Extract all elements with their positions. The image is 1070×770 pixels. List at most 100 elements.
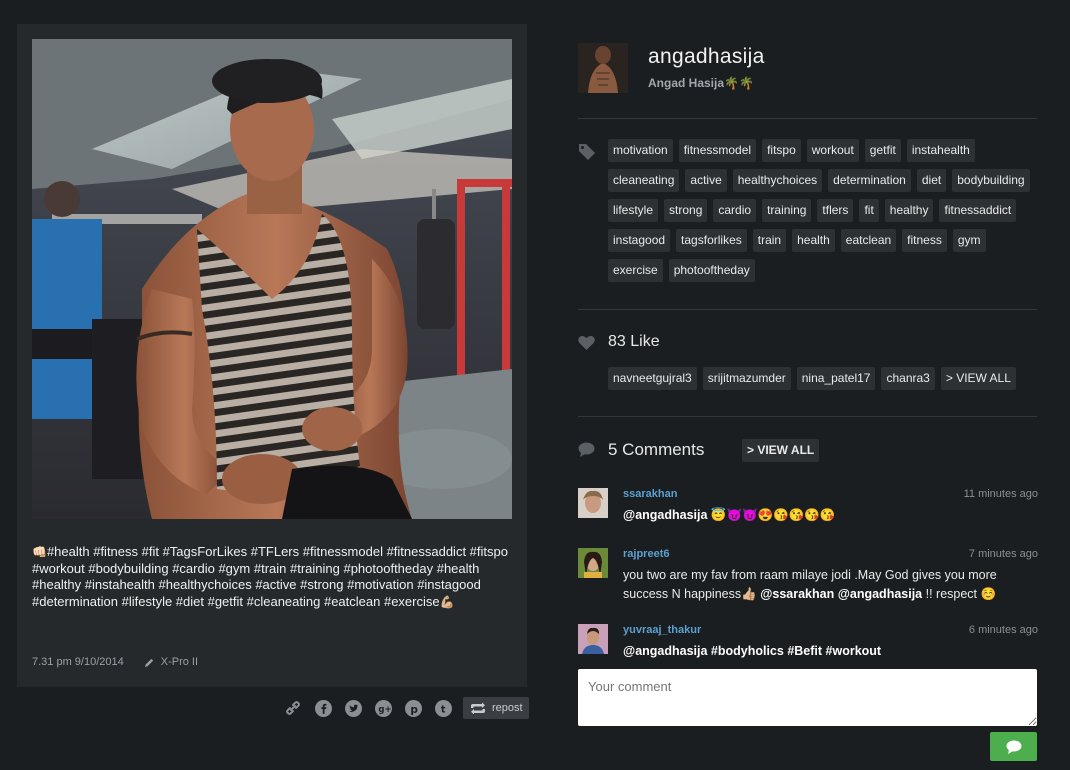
mention[interactable]: @angadhasija [623,508,707,522]
tag-chip[interactable]: lifestyle [608,199,659,222]
tag-chip[interactable]: photooftheday [668,259,755,282]
fist-emoji: 👊🏻 [32,545,47,559]
muscle-emoji: 💪🏼 [439,594,455,609]
tag-chip[interactable]: bodybuilding [952,169,1030,192]
likers-list: navneetgujral3 srijitmazumder nina_patel17… [608,367,1016,390]
divider [578,309,1037,310]
tag-chip[interactable]: strong [664,199,708,222]
comment-emoji: 😇😈😈😍😘😘😘😘 [710,508,836,522]
mention[interactable]: @ssarakhan @angadhasija [760,587,922,601]
comment-username[interactable]: yuvraaj_thakur [623,624,701,636]
avatar[interactable] [578,488,608,518]
tag-chip[interactable]: motivation [608,139,673,162]
tag-chip[interactable]: cardio [713,199,757,222]
repost-label: repost [492,702,523,714]
tag-chip[interactable]: train [752,229,787,252]
tag-list: motivation fitnessmodel fitspo workout getfi… [608,139,1038,282]
palm-emoji: 🌴🌴 [724,76,754,90]
post-photo[interactable] [32,39,512,519]
tag-chip[interactable]: eatclean [840,229,897,252]
google-plus-icon[interactable]: g+ [373,698,393,718]
tumblr-icon[interactable]: t [433,698,453,718]
tag-chip[interactable]: tagsforlikes [676,229,747,252]
tag-chip[interactable]: training [762,199,812,222]
liker-chip[interactable]: navneetgujral3 [608,367,697,390]
comment-time: 7 minutes ago [968,548,1038,560]
gym-photo-illustration [32,39,512,519]
comment-text: @angadhasija 😇😈😈😍😘😘😘😘 [623,506,1038,525]
tag-chip[interactable]: active [685,169,727,192]
tag-chip[interactable]: tflers [817,199,854,222]
comment-username[interactable]: ssarakhan [623,488,677,500]
svg-text:g+: g+ [378,705,391,715]
comments-count: 5 Comments [608,440,705,459]
comment-emoji: 👍🏼 [741,587,757,601]
comment-bubble-icon [578,442,595,457]
view-all-likes-button[interactable]: > VIEW ALL [940,367,1016,390]
tag-chip[interactable]: fit [859,199,879,222]
tag-chip[interactable]: workout [806,139,859,162]
svg-text:p: p [410,702,418,715]
svg-text:t: t [440,704,445,715]
tag-chip[interactable]: health [792,229,835,252]
full-name-text: Angad Hasija [648,76,725,90]
tag-chip[interactable]: fitnessaddict [939,199,1017,222]
liker-chip[interactable]: nina_patel17 [796,367,876,390]
tag-chip[interactable]: gym [952,229,986,252]
liker-chip[interactable]: chanra3 [881,367,935,390]
avatar[interactable] [578,548,608,578]
tag-chip[interactable]: cleaneating [608,169,680,192]
comment-tail: !! respect [922,587,978,601]
twitter-icon[interactable] [343,698,363,718]
heart-icon [578,335,595,350]
likes-count: 83 Like [608,333,660,350]
tag-chip[interactable]: healthy [884,199,934,222]
comment-input[interactable] [578,669,1037,726]
filter-name: X-Pro II [160,656,199,668]
caption-text: #health #fitness #fit #TagsForLikes #TFL… [32,544,508,609]
post-details: angadhasija Angad Hasija🌴🌴 motivation fit… [578,0,1038,770]
tag-chip[interactable]: instahealth [906,139,975,162]
avatar[interactable] [578,624,608,654]
tag-chip[interactable]: diet [916,169,947,192]
comment-bubble-icon [1006,740,1021,754]
view-all-comments-button[interactable]: > VIEW ALL [742,439,820,462]
post-caption: 👊🏻#health #fitness #fit #TagsForLikes #T… [32,544,514,610]
post-card: 👊🏻#health #fitness #fit #TagsForLikes #T… [17,24,527,687]
profile-header: angadhasija Angad Hasija🌴🌴 [578,43,765,93]
tag-chip[interactable]: fitness [902,229,947,252]
liker-chip[interactable]: srijitmazumder [702,367,791,390]
comment-text: you two are my fav from raam milaye jodi… [623,566,1038,604]
divider [578,118,1037,119]
post-filter: X-Pro II [144,656,198,668]
post-meta: 7.31 pm 9/10/2014 X-Pro II [32,656,198,668]
comment-body: @angadhasija #bodyholics #Befit #workout [623,644,882,658]
tag-icon [579,144,595,160]
comment-emoji: ☺️ [980,587,997,601]
facebook-icon[interactable] [313,698,333,718]
tag-chip[interactable]: exercise [608,259,663,282]
comment-time: 6 minutes ago [968,624,1038,636]
share-bar: g+ p t repost [283,697,529,719]
username[interactable]: angadhasija [648,45,765,69]
comment-time: 11 minutes ago [963,488,1038,500]
profile-names: angadhasija Angad Hasija🌴🌴 [648,45,765,93]
full-name: Angad Hasija🌴🌴 [648,76,765,90]
tag-chip[interactable]: healthychoices [732,169,823,192]
send-comment-button[interactable] [990,732,1037,761]
repost-icon [471,702,485,714]
pencil-icon [144,658,153,667]
tag-chip[interactable]: determination [828,169,911,192]
tag-chip[interactable]: fitspo [762,139,801,162]
tag-chip[interactable]: fitnessmodel [678,139,757,162]
pinterest-icon[interactable]: p [403,698,423,718]
avatar[interactable] [578,43,628,93]
post-timestamp: 7.31 pm 9/10/2014 [32,656,124,668]
tag-chip[interactable]: instagood [608,229,671,252]
link-icon[interactable] [283,698,303,718]
comment-username[interactable]: rajpreet6 [623,548,669,560]
divider [578,416,1037,417]
repost-button[interactable]: repost [463,697,529,719]
tag-chip[interactable]: getfit [864,139,901,162]
comment-text: @angadhasija #bodyholics #Befit #workout [623,642,1038,661]
